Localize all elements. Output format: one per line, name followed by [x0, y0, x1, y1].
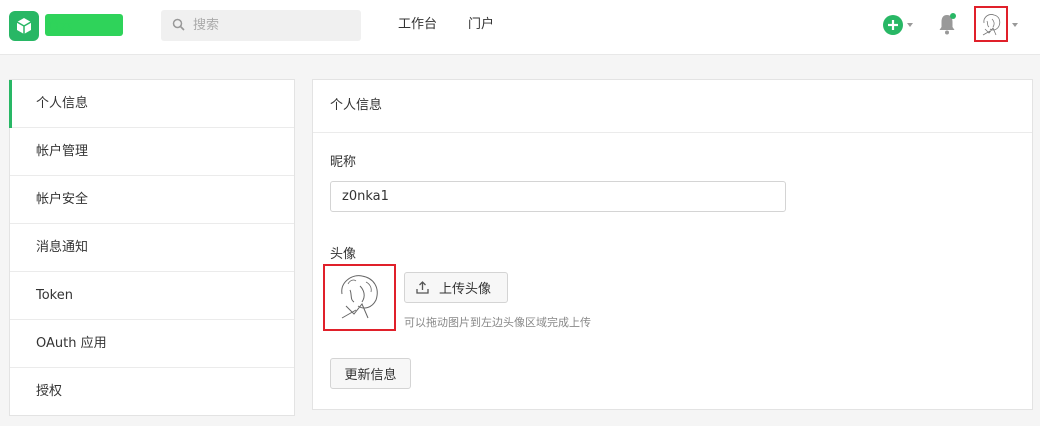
nickname-input[interactable]	[330, 181, 786, 212]
profile-panel: 个人信息 昵称 头像 上传头像 可以拖动图片到左边头像区域完成上传 更新信息	[312, 79, 1033, 410]
search-box[interactable]	[161, 10, 361, 41]
sidebar-item-profile[interactable]: 个人信息	[9, 80, 294, 128]
sidebar-item-oauth-apps[interactable]: OAuth 应用	[10, 320, 294, 368]
upload-icon	[416, 281, 429, 294]
top-navbar: 码云 工作台 门户	[0, 0, 1040, 55]
sidebar-item-security[interactable]: 帐户安全	[10, 176, 294, 224]
avatar-label: 头像	[330, 247, 357, 262]
upload-avatar-button[interactable]: 上传头像	[404, 272, 508, 303]
avatar-sketch	[341, 275, 378, 319]
create-dropdown-caret-icon[interactable]	[907, 23, 913, 27]
panel-title: 个人信息	[313, 80, 1032, 133]
upload-button-label: 上传头像	[439, 282, 492, 297]
sidebar-item-token[interactable]: Token	[10, 272, 294, 320]
plus-icon	[888, 20, 898, 30]
update-info-button[interactable]: 更新信息	[330, 358, 411, 389]
search-input[interactable]	[193, 10, 353, 41]
create-new-button[interactable]	[883, 15, 903, 35]
nickname-label: 昵称	[330, 155, 357, 170]
notification-dot	[950, 13, 956, 19]
avatar-sketch	[982, 14, 1001, 36]
nav-portal-link[interactable]: 门户	[468, 16, 494, 34]
nav-workbench-link[interactable]: 工作台	[398, 16, 437, 34]
upload-hint: 可以拖动图片到左边头像区域完成上传	[404, 316, 591, 329]
logo-icon[interactable]	[9, 11, 39, 41]
user-avatar-menu[interactable]	[974, 6, 1008, 42]
avatar-drop-area[interactable]	[323, 264, 396, 331]
sidebar-item-authorization[interactable]: 授权	[10, 368, 294, 416]
sidebar-item-notifications[interactable]: 消息通知	[10, 224, 294, 272]
search-icon	[172, 18, 185, 31]
brand-name[interactable]: 码云	[45, 14, 123, 36]
settings-sidebar: 个人信息 帐户管理 帐户安全 消息通知 Token OAuth 应用 授权	[9, 79, 295, 416]
user-menu-caret-icon[interactable]	[1012, 23, 1018, 27]
sidebar-item-account[interactable]: 帐户管理	[10, 128, 294, 176]
